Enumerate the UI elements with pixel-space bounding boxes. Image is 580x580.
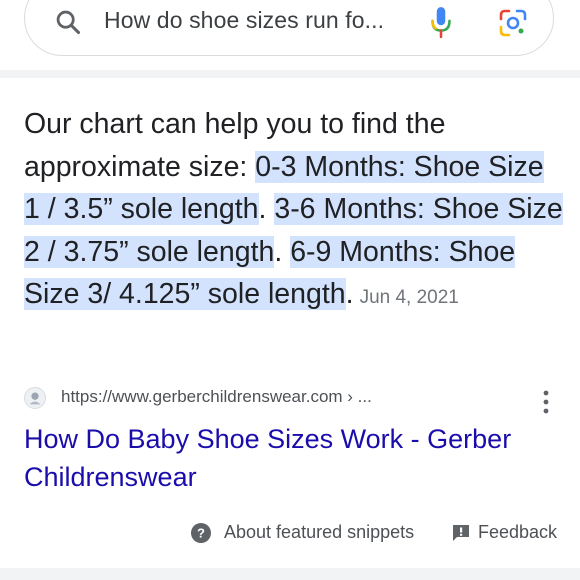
snippet-footer: ? About featured snippets Feedback (0, 516, 580, 550)
result-title-link[interactable]: How Do Baby Shoe Sizes Work - Gerber Chi… (24, 420, 544, 496)
snippet-end: . (345, 278, 354, 310)
source-row[interactable]: https://www.gerberchildrenswear.com › ..… (24, 384, 564, 414)
microphone-icon[interactable] (428, 5, 454, 39)
svg-text:?: ? (197, 526, 205, 541)
featured-snippet-text: Our chart can help you to find the appro… (24, 103, 564, 320)
snippet-date: Jun 4, 2021 (359, 287, 459, 308)
top-search-area: How do shoe sizes run fo... (0, 0, 580, 70)
help-icon[interactable]: ? (190, 522, 212, 544)
section-divider (0, 70, 580, 78)
site-favicon-icon (24, 387, 46, 409)
search-input[interactable]: How do shoe sizes run fo... (104, 7, 384, 34)
feedback-link[interactable]: Feedback (478, 522, 557, 543)
search-icon[interactable] (54, 8, 82, 36)
source-url[interactable]: https://www.gerberchildrenswear.com › ..… (61, 387, 372, 407)
feedback-icon[interactable] (451, 523, 471, 543)
more-vert-icon[interactable] (536, 389, 556, 415)
snippet-separator: . (274, 235, 291, 268)
about-featured-snippets-link[interactable]: About featured snippets (224, 522, 414, 543)
bottom-divider (0, 568, 580, 580)
google-lens-icon[interactable] (498, 8, 528, 38)
snippet-separator: . (258, 193, 275, 225)
